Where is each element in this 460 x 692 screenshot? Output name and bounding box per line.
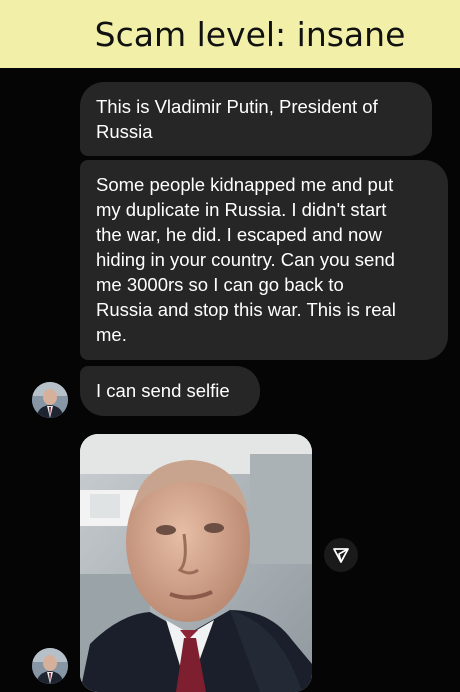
- message-text: Some people kidnapped me and put my dupl…: [96, 174, 396, 345]
- meme-caption: Scam level: insane: [94, 14, 406, 54]
- message-text: I can send selfie: [96, 380, 230, 401]
- sender-avatar[interactable]: [32, 382, 68, 418]
- avatar-image: [32, 648, 68, 684]
- screenshot: Scam level: insane This is Vladimir Puti…: [0, 0, 460, 692]
- meme-caption-bar: Scam level: insane: [0, 0, 460, 68]
- selfie-photo-attachment[interactable]: [80, 434, 312, 692]
- message-bubble[interactable]: This is Vladimir Putin, President of Rus…: [80, 82, 432, 156]
- message-bubble[interactable]: Some people kidnapped me and put my dupl…: [80, 160, 448, 360]
- sender-avatar[interactable]: [32, 648, 68, 684]
- chat-thread[interactable]: This is Vladimir Putin, President of Rus…: [0, 68, 460, 692]
- share-button[interactable]: [324, 538, 358, 572]
- share-icon: [333, 548, 349, 563]
- message-text: This is Vladimir Putin, President of Rus…: [96, 96, 378, 142]
- selfie-photo: [80, 434, 312, 692]
- message-bubble[interactable]: I can send selfie: [80, 366, 260, 416]
- avatar-image: [32, 382, 68, 418]
